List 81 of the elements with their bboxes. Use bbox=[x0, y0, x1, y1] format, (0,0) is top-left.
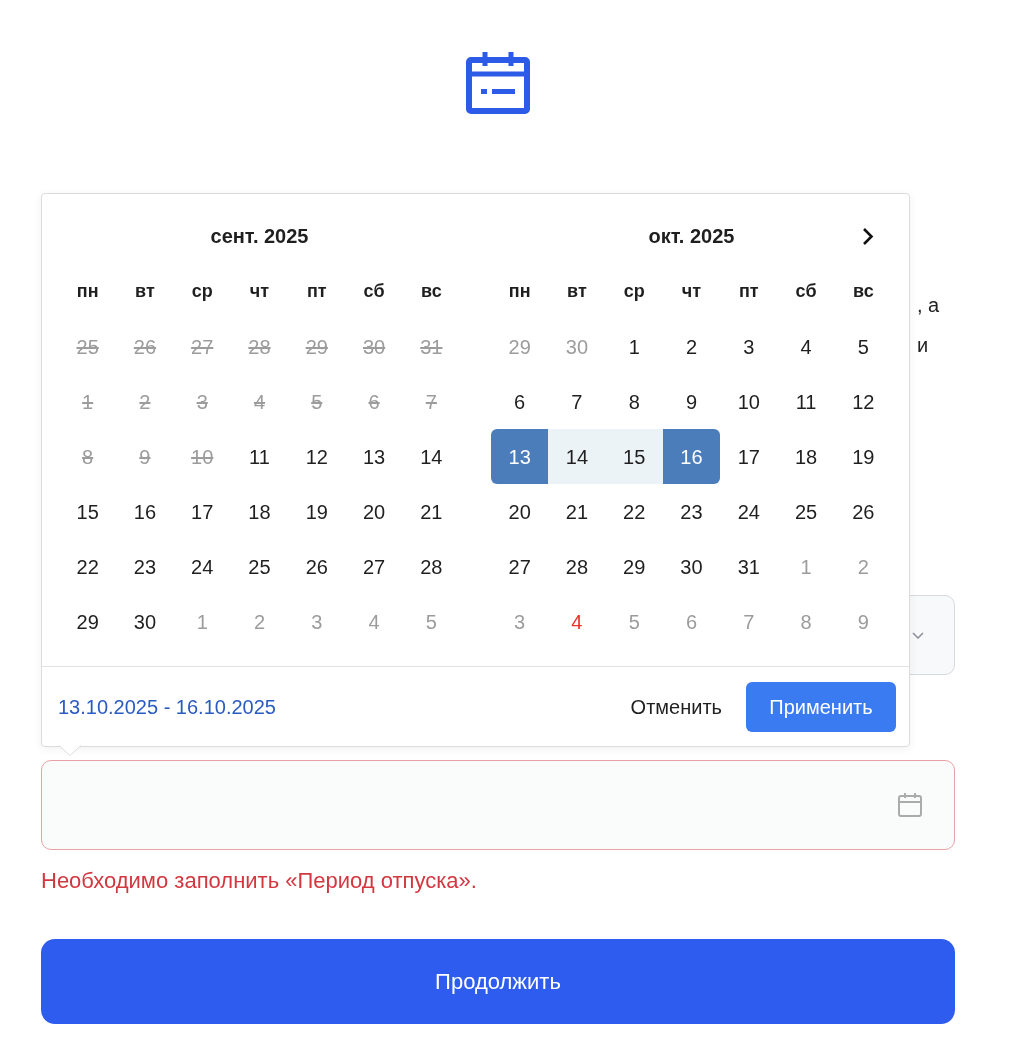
calendar-day[interactable]: 27 bbox=[345, 539, 403, 594]
weekday-label: вс bbox=[853, 280, 874, 303]
calendar-day[interactable]: 21 bbox=[402, 484, 460, 539]
calendar-day[interactable]: 10 bbox=[720, 374, 778, 429]
weekday-label: чт bbox=[249, 280, 270, 303]
month-title: окт. 2025 bbox=[648, 224, 735, 249]
calendar-day[interactable]: 15 bbox=[59, 484, 117, 539]
calendar-day[interactable]: 14 bbox=[402, 429, 460, 484]
calendar-day[interactable]: 6 bbox=[491, 374, 549, 429]
calendar-day[interactable]: 23 bbox=[116, 539, 174, 594]
calendar-day[interactable]: 8 bbox=[605, 374, 663, 429]
calendar-day[interactable]: 2 bbox=[662, 319, 721, 374]
weekday-label: чт bbox=[681, 280, 702, 303]
calendar-day[interactable]: 18 bbox=[777, 429, 835, 484]
weekday-label: пн bbox=[508, 280, 531, 303]
calendar-day[interactable]: 4 bbox=[548, 594, 606, 649]
weekday-label: пт bbox=[738, 280, 759, 303]
weekday-label: сб bbox=[363, 280, 385, 303]
calendar-day[interactable]: 24 bbox=[173, 539, 231, 594]
calendar-day[interactable]: 16 bbox=[662, 429, 721, 484]
calendar-day[interactable]: 7 bbox=[548, 374, 606, 429]
calendar-day[interactable]: 12 bbox=[288, 429, 346, 484]
error-message: Необходимо заполнить «Период отпуска». bbox=[41, 867, 478, 895]
calendar-day[interactable]: 22 bbox=[605, 484, 663, 539]
continue-button[interactable]: Продолжить bbox=[41, 939, 955, 1024]
date-range-field[interactable] bbox=[41, 760, 955, 850]
calendar-day[interactable]: 18 bbox=[230, 484, 289, 539]
calendar-day[interactable]: 25 bbox=[777, 484, 835, 539]
calendar-day[interactable]: 30 bbox=[662, 539, 721, 594]
next-month-button[interactable] bbox=[861, 226, 875, 246]
weekday-label: вт bbox=[135, 280, 155, 303]
calendar-day[interactable]: 30 bbox=[116, 594, 174, 649]
selected-range-text: 13.10.2025 - 16.10.2025 bbox=[58, 694, 276, 720]
calendar-day[interactable]: 9 bbox=[662, 374, 721, 429]
calendar-icon bbox=[898, 793, 922, 817]
calendar-day[interactable]: 20 bbox=[345, 484, 403, 539]
chevron-down-icon bbox=[912, 631, 924, 639]
weekday-label: пн bbox=[76, 280, 99, 303]
cancel-button[interactable]: Отменить bbox=[618, 681, 734, 732]
weekday-label: вт bbox=[567, 280, 587, 303]
calendar-day[interactable]: 5 bbox=[834, 319, 892, 374]
calendar-day[interactable]: 26 bbox=[288, 539, 346, 594]
calendar-day[interactable]: 28 bbox=[548, 539, 606, 594]
month-title: сент. 2025 bbox=[210, 224, 309, 249]
chevron-right-icon bbox=[862, 226, 874, 246]
calendar-icon bbox=[466, 52, 530, 114]
calendar-day[interactable]: 12 bbox=[834, 374, 892, 429]
calendar-day[interactable]: 19 bbox=[834, 429, 892, 484]
calendar-day[interactable]: 27 bbox=[491, 539, 549, 594]
weekday-label: вс bbox=[421, 280, 442, 303]
calendar-day[interactable]: 24 bbox=[720, 484, 778, 539]
calendar-day[interactable]: 23 bbox=[662, 484, 721, 539]
weekday-label: пт bbox=[306, 280, 327, 303]
calendar-day[interactable]: 25 bbox=[230, 539, 289, 594]
weekday-label: ср bbox=[623, 280, 645, 303]
paragraph-text: и bbox=[917, 333, 929, 358]
calendar-day[interactable]: 13 bbox=[345, 429, 403, 484]
calendar-day[interactable]: 20 bbox=[491, 484, 549, 539]
calendar-day[interactable]: 15 bbox=[605, 429, 663, 484]
calendar-day[interactable]: 31 bbox=[720, 539, 778, 594]
calendar-day[interactable]: 1 bbox=[605, 319, 663, 374]
calendar-day[interactable]: 28 bbox=[402, 539, 460, 594]
calendar-day[interactable]: 14 bbox=[548, 429, 606, 484]
calendar-day[interactable]: 21 bbox=[548, 484, 606, 539]
calendar-day[interactable]: 4 bbox=[777, 319, 835, 374]
calendar-day[interactable]: 3 bbox=[720, 319, 778, 374]
calendar-day[interactable]: 17 bbox=[720, 429, 778, 484]
calendar-day[interactable]: 17 bbox=[173, 484, 231, 539]
apply-button[interactable]: Применить bbox=[746, 681, 896, 732]
calendar-day[interactable]: 19 bbox=[288, 484, 346, 539]
weekday-label: сб bbox=[795, 280, 817, 303]
calendar-day[interactable]: 26 bbox=[834, 484, 892, 539]
calendar-day[interactable]: 13 bbox=[491, 429, 549, 484]
calendar-day[interactable]: 11 bbox=[230, 429, 289, 484]
calendar-day[interactable]: 16 bbox=[116, 484, 174, 539]
weekday-label: ср bbox=[191, 280, 213, 303]
paragraph-text: , а bbox=[917, 293, 940, 318]
calendar-day[interactable]: 11 bbox=[777, 374, 835, 429]
calendar-day[interactable]: 29 bbox=[59, 594, 117, 649]
calendar-day[interactable]: 22 bbox=[59, 539, 117, 594]
calendar-day[interactable]: 29 bbox=[605, 539, 663, 594]
